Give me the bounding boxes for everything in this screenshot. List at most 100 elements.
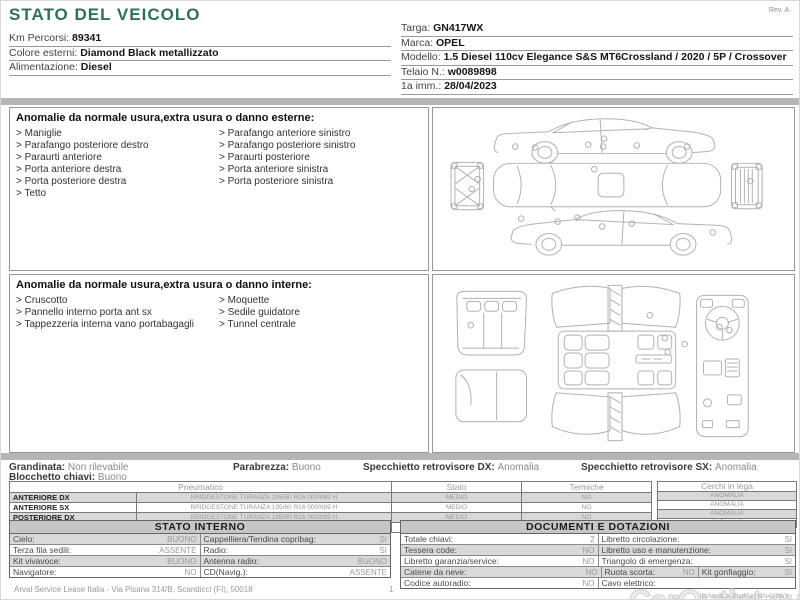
item-value: ASSENTE [349,567,387,577]
stato-interno-title: STATO INTERNO [10,521,390,534]
tyre-termiche: NO [521,502,653,513]
status-value: Anomalia [714,462,757,473]
footer-company: Arval Service Lease Italia - Via Pisana … [14,585,253,594]
vehicle-summary-right: Targa: GN417WX Marca: OPEL Modello: 1.5 Di… [401,22,793,95]
table-row: Tessera code: NO Libretto uso e manutenzi… [401,545,795,556]
anomaly-item: Parafango posteriore sinistro [219,140,422,152]
label-value-pair: Cappelliera/Tendina copribag: SI [201,534,391,544]
label-value-pair: Navigatore: NO [10,567,201,577]
status-specchietto-dx: Specchietto retrovisore DX: Anomalia [363,462,539,473]
anomaly-item: Parafango posteriore destro [16,140,219,152]
cabin-floor-view [551,284,681,442]
damage-dot [468,185,476,193]
anomaly-item: Paraurti anteriore [16,152,219,164]
label-value-pair: Kit vivavoce: BUONO [10,556,201,566]
column-header-pneumatico: Pneumatico [8,481,393,493]
table-row: Totale chiavi: 2 Libretto circolazione: SI [401,534,795,545]
item-label: Kit gonfiaggio: [701,567,756,577]
field-label: Modello: [401,51,444,63]
item-value: NO [582,556,595,566]
label-value-pair: CD(Navig.): ASSENTE [201,567,391,577]
label-value-pair-double: Ruota scorta: NO Kit gonfiaggio: SI [602,567,796,577]
item-label: Terza fila sedili: [13,545,72,555]
item-value: SI [379,534,387,544]
field-label: Alimentazione: [9,61,81,73]
label-value-pair: Libretto garanzia/service: NO [401,556,599,566]
table-row: Catene da neve: NO Ruota scorta: NO Kit go… [401,567,795,578]
damage-dot [683,143,691,150]
tyre-row: ANTERIORE SX BRIDGESTONE TURANZA 195/60 … [9,502,653,513]
revision-label: Rev. A [768,7,789,14]
car-rear-view [731,162,763,210]
cerchi-value: ANOMALIA [658,510,796,519]
field-row: Targa: GN417WX [401,22,793,37]
tyre-position: ANTERIORE SX [9,502,137,513]
item-label: Cappelliera/Tendina copribag: [203,534,316,544]
table-row: Libretto garanzia/service: NO Triangolo d… [401,556,795,567]
status-value: Anomalia [497,462,540,473]
cerchi-value: ANOMALIA [658,492,796,501]
trunk-view [455,369,527,423]
field-value: w0089898 [447,65,497,78]
label-value-pair: Tessera code: NO [401,545,599,555]
field-value: 89341 [72,32,102,44]
item-value: ASSENTE [159,545,197,555]
sub-pair: Ruota scorta: NO [602,567,699,577]
anomaly-item: Cruscotto [16,295,219,307]
damage-dot [633,142,640,149]
anomaly-item: Parafango anteriore sinistro [219,128,422,140]
vehicle-summary-left: Km Percorsi: 89341 Colore esterni: Diamon… [9,32,391,76]
vehicle-condition-report: STATO DEL VEICOLO Rev. A Km Percorsi: 89… [0,0,800,600]
status-label: Specchietto retrovisore DX: [363,462,498,473]
exterior-anomalies-columns: ManiglieParafango posteriore destroParau… [10,126,428,202]
field-label: 1a imm.: [401,80,445,92]
field-label: Targa: [401,22,434,34]
anomaly-item: Maniglie [16,128,219,140]
anomaly-item: Paraurti posteriore [219,152,422,164]
table-row: Navigatore: NO CD(Navig.): ASSENTE [10,567,390,577]
label-value-pair: Libretto circolazione: SI [599,534,796,544]
documenti-dotazioni-table: DOCUMENTI E DOTAZIONI Totale chiavi: 2 Li… [400,520,796,589]
status-parabrezza: Parabrezza: Buono [233,462,321,473]
table-row: Cielo: BUONO Cappelliera/Tendina copribag… [10,534,390,545]
item-label: Triangolo di emergenza: [601,556,693,566]
label-value-pair: Radio: SI [201,545,391,555]
item-label: Libretto circolazione: [601,534,680,544]
label-value-pair: Libretto uso e manutenzione: SI [599,545,796,555]
table-row: Terza fila sedili: ASSENTE Radio: SI [10,545,390,556]
tyre-stato: MEDIO [391,492,523,503]
page-title: STATO DEL VEICOLO [9,5,201,24]
item-value: NO [582,545,595,555]
item-value: 2 [590,534,595,544]
damage-dot [467,321,475,329]
item-value: SI [784,545,792,555]
item-value: SI [784,534,792,544]
documenti-title: DOCUMENTI E DOTAZIONI [401,521,795,534]
field-row: Modello: 1.5 Diesel 110cv Elegance S&S M… [401,51,793,66]
item-label: Libretto uso e manutenzione: [601,545,712,555]
anomaly-item: Porta posteriore sinistra [219,176,422,188]
field-row: 1a imm.: 28/04/2023 [401,80,793,95]
interior-anomalies-col2: MoquetteSedile guidatoreTunnel centrale [219,295,422,331]
interior-anomalies-col1: CruscottoPannello interno porta ant sxTa… [16,295,219,331]
item-value: SI [784,556,792,566]
column-header-cerchi: Cerchi in lega [658,482,796,492]
item-value: BUONO [167,556,197,566]
item-value: NO [682,567,695,577]
field-label: Marca: [401,36,437,49]
field-value: GN417WX [433,22,484,34]
field-value: 1.5 Diesel 110cv Elegance S&S MT6Crossla… [443,51,787,63]
field-label: Telaio N.: [401,65,448,78]
tyre-stato: MEDIO [391,502,523,513]
item-label: Ruota scorta: [604,567,656,577]
interior-car-diagram [455,284,749,442]
car-top-view [492,158,722,212]
tyre-spec: BRIDGESTONE TURANZA 195/60 R16 000/089 H [135,492,393,503]
anomaly-item: Moquette [219,295,422,307]
anomaly-item: Tappezzeria interna vano portabagagli [16,319,219,331]
item-label: Cielo: [13,534,35,544]
stato-interno-table: STATO INTERNO Cielo: BUONO Cappelliera/Te… [9,520,391,578]
label-value-pair: Antenna radio: BUONO [201,556,391,566]
field-label: Km Percorsi: [9,32,73,44]
damage-dot [661,334,668,342]
